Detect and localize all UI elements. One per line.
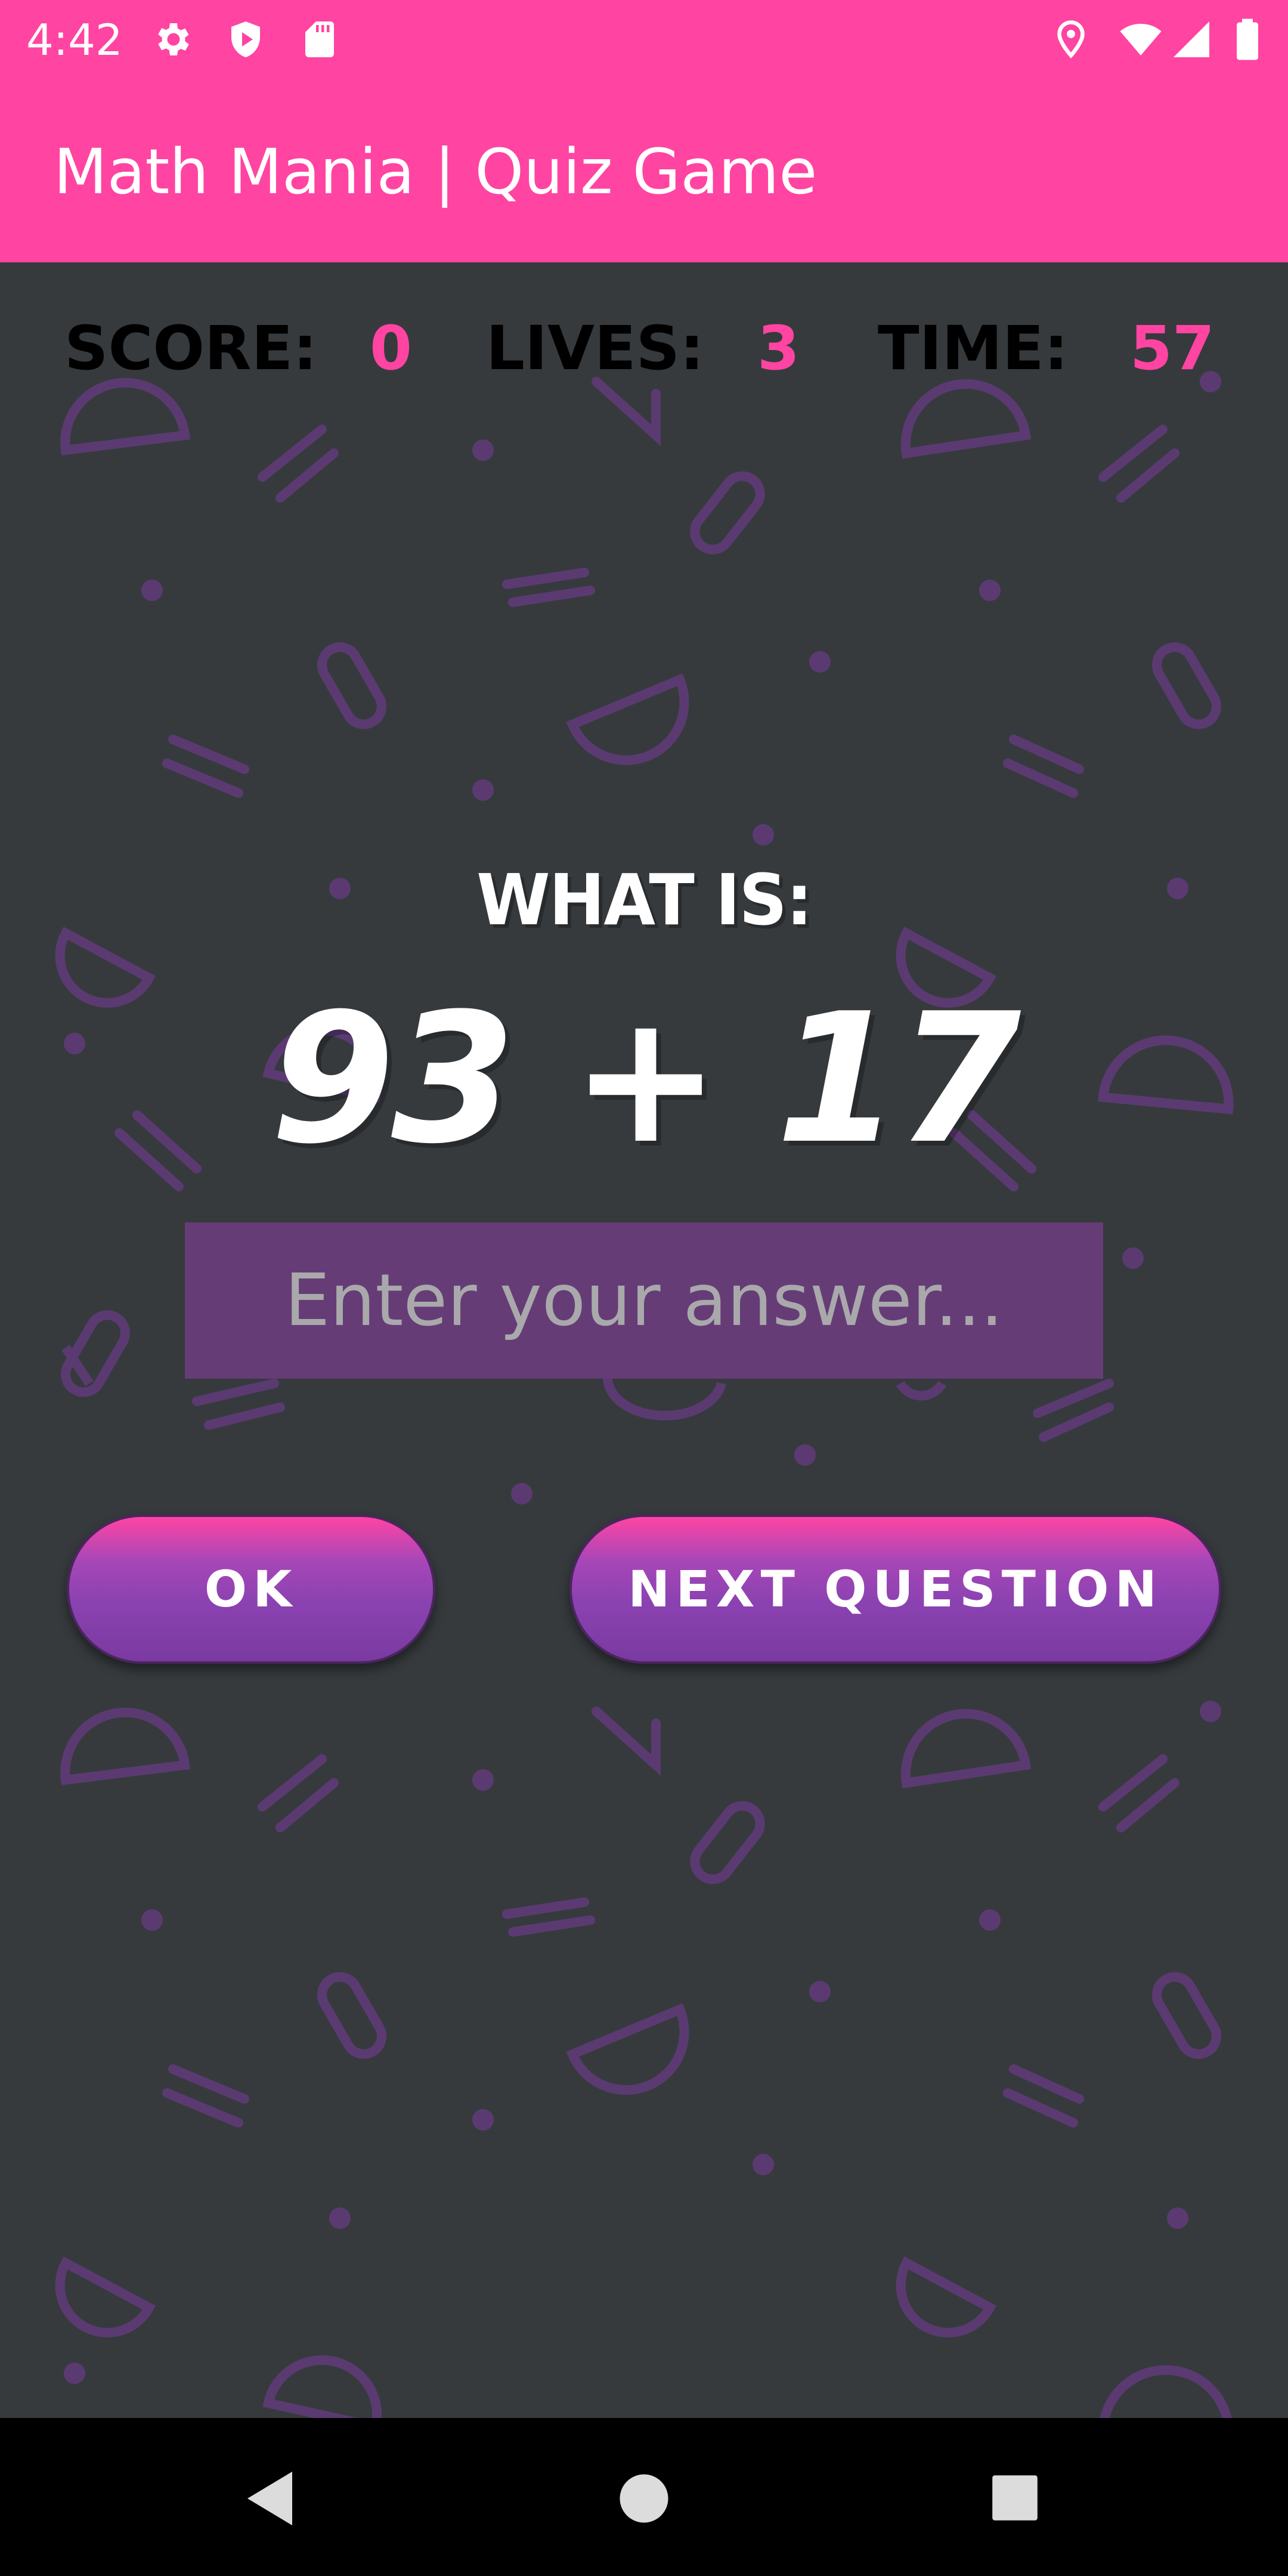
signal-icon: [1174, 21, 1209, 57]
app-title: Math Mania | Quiz Game: [54, 135, 818, 208]
question-prompt: WHAT IS:: [476, 859, 813, 942]
app-bar: Math Mania | Quiz Game: [0, 83, 1288, 262]
recents-icon[interactable]: [990, 2473, 1040, 2523]
score-label: SCORE:: [64, 313, 318, 384]
battery-icon: [1237, 18, 1258, 60]
answer-input[interactable]: [185, 1222, 1103, 1379]
ok-button[interactable]: OK: [67, 1515, 435, 1664]
back-icon[interactable]: [242, 2469, 295, 2528]
score-value: 0: [370, 313, 412, 384]
math-question: 93 + 17: [270, 975, 1021, 1183]
navigation-bar: [0, 2418, 1288, 2576]
status-time: 4:42: [26, 15, 123, 65]
status-bar: 4:42: [0, 0, 1288, 83]
settings-icon: [158, 23, 189, 55]
lives-label: LIVES:: [486, 313, 704, 384]
home-icon[interactable]: [617, 2472, 671, 2525]
shield-icon: [231, 21, 260, 57]
next-question-button[interactable]: NEXT QUESTION: [569, 1515, 1221, 1664]
lives-value: 3: [757, 313, 800, 384]
wifi-icon: [1120, 23, 1162, 55]
sd-card-icon: [305, 21, 334, 57]
time-value: 57: [1130, 313, 1215, 384]
location-icon: [1057, 20, 1085, 58]
time-label: TIME:: [878, 313, 1069, 384]
